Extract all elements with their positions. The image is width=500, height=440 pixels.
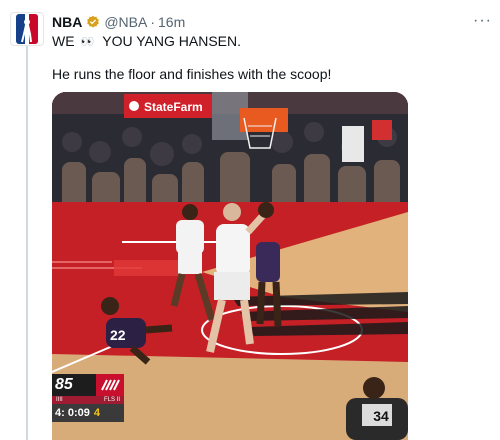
tweet-header: NBA @NBA · 16m bbox=[52, 12, 185, 32]
tweet-video[interactable]: StateFarm 22 85 IIII FLS II 4: 0:09 4 34 bbox=[52, 92, 408, 440]
separator-dot: · bbox=[150, 14, 156, 30]
scorebug-right-marks: FLS II bbox=[103, 397, 120, 403]
game-clock: 4: 0:09 bbox=[55, 407, 90, 419]
svg-text:22: 22 bbox=[110, 327, 126, 343]
blazers-logo-icon bbox=[96, 374, 124, 396]
nba-logo-icon bbox=[16, 14, 38, 44]
tweet-text-line-2: He runs the floor and finishes with the … bbox=[52, 66, 332, 82]
scorebug: 85 IIII FLS II 4: 0:09 4 bbox=[52, 374, 124, 424]
verified-badge-icon bbox=[87, 15, 100, 28]
author-name[interactable]: NBA bbox=[52, 14, 82, 30]
scorebug-left-marks: IIII bbox=[56, 397, 63, 403]
more-options-icon[interactable]: ··· bbox=[473, 12, 492, 30]
statefarm-text: StateFarm bbox=[144, 100, 203, 114]
tweet-text-line-1: WE 👀 YOU YANG HANSEN. bbox=[52, 33, 241, 49]
nba-avatar[interactable] bbox=[10, 12, 44, 46]
score-value: 85 bbox=[55, 376, 73, 393]
shot-clock: 4 bbox=[93, 407, 100, 419]
eyes-emoji-icon: 👀 bbox=[80, 35, 97, 48]
text-you-yang-hansen: YOU YANG HANSEN. bbox=[102, 33, 242, 49]
thread-line bbox=[26, 46, 28, 440]
timestamp[interactable]: 16m bbox=[158, 14, 185, 30]
text-we: WE bbox=[52, 33, 75, 49]
referee-number: 34 bbox=[373, 408, 389, 424]
author-handle[interactable]: @NBA bbox=[104, 14, 147, 30]
